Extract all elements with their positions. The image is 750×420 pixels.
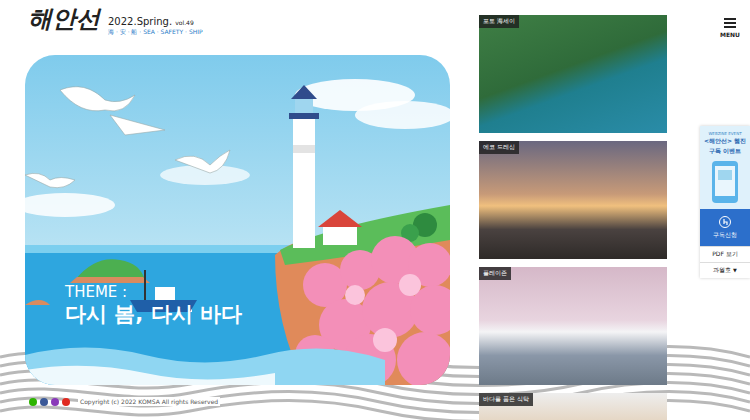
article-list: 포토 海세이에코 드레싱플레이존바다를 품은 식탁	[479, 0, 667, 420]
issue-info: 2022.Spring. vol.49海 · 安 · 船 · SEA · SAF…	[108, 6, 203, 37]
social-icon[interactable]	[29, 398, 37, 406]
social-icon[interactable]	[62, 398, 70, 406]
header: 해안선 2022.Spring. vol.49海 · 安 · 船 · SEA · …	[25, 0, 450, 55]
copyright: Copyright (c) 2022 KOMSA All rights Rese…	[78, 397, 220, 406]
hamburger-icon	[724, 18, 736, 28]
webzine-home: 해안선 2022.Spring. vol.49海 · 安 · 船 · SEA · …	[0, 0, 750, 420]
event-banner[interactable]: WEBZINE EVENT<해안선> 웹진구독 이벤트	[700, 126, 750, 209]
theme-label: THEME :	[65, 283, 242, 301]
side-column: MENU WEBZINE EVENT<해안선> 웹진구독 이벤트구독신청 PDF 보…	[667, 0, 750, 420]
event-subtitle: 구독 이벤트	[709, 147, 741, 156]
subscribe-button[interactable]: 구독신청	[700, 209, 750, 246]
article-card[interactable]: 플레이존	[479, 267, 667, 385]
social-icon[interactable]	[40, 398, 48, 406]
spring-sea-illustration-icon	[25, 55, 450, 385]
tap-hand-icon	[719, 216, 731, 228]
subscribe-banner: WEBZINE EVENT<해안선> 웹진구독 이벤트구독신청 PDF 보기과월호…	[700, 126, 750, 278]
dropdown-icon: ▼	[733, 267, 737, 273]
subscribe-label: 구독신청	[713, 231, 737, 240]
hero-banner[interactable]: THEME :다시 봄, 다시 바다	[25, 55, 450, 385]
menu-label: MENU	[720, 31, 740, 38]
social-links	[29, 398, 70, 406]
main-column: 해안선 2022.Spring. vol.49海 · 安 · 船 · SEA · …	[0, 0, 450, 420]
social-icon[interactable]	[51, 398, 59, 406]
article-label: 바다를 품은 식탁	[479, 393, 533, 406]
phone-icon	[706, 157, 744, 205]
event-eyebrow: WEBZINE EVENT	[708, 131, 741, 136]
logo[interactable]: 해안선	[25, 6, 100, 32]
menu-button[interactable]: MENU	[720, 18, 740, 38]
tagline: 海 · 安 · 船 · SEA · SAFETY · SHIP	[108, 28, 203, 37]
issue-label: 2022.Spring. vol.49	[108, 16, 203, 28]
article-label: 에코 드레싱	[479, 141, 519, 154]
article-card[interactable]: 포토 海세이	[479, 15, 667, 133]
archive-button[interactable]: 과월호 ▼	[700, 262, 750, 278]
theme-title: 다시 봄, 다시 바다	[65, 301, 242, 328]
event-title: <해안선> 웹진	[704, 137, 746, 146]
article-label: 플레이존	[479, 267, 511, 280]
footer: Copyright (c) 2022 KOMSA All rights Rese…	[25, 397, 450, 406]
article-card[interactable]: 바다를 품은 식탁	[479, 393, 667, 420]
theme-caption: THEME :다시 봄, 다시 바다	[65, 283, 242, 328]
article-label: 포토 海세이	[479, 15, 519, 28]
article-card[interactable]: 에코 드레싱	[479, 141, 667, 259]
pdf-button[interactable]: PDF 보기	[700, 246, 750, 262]
